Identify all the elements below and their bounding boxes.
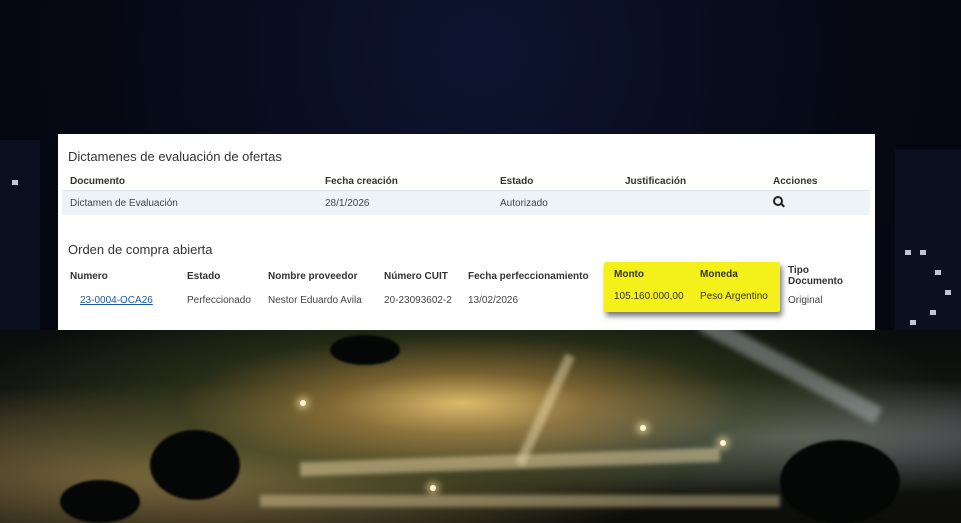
window-light xyxy=(905,250,911,255)
column-header: Estado xyxy=(500,175,534,187)
dictamenes-table: Documento Fecha creación Estado Justific… xyxy=(62,172,870,215)
column-header: Estado xyxy=(187,270,221,282)
cell-cuit: 20-23093602-2 xyxy=(384,294,452,306)
cell-fecha: 13/02/2026 xyxy=(468,294,519,306)
column-header: Fecha creación xyxy=(325,175,398,187)
cell-estado: Perfeccionado xyxy=(187,294,251,306)
cell-fecha: 28/1/2026 xyxy=(325,197,370,209)
window-light xyxy=(910,320,916,325)
street-lamp xyxy=(720,440,726,446)
moneda-header: Moneda xyxy=(700,269,738,280)
street-lamp xyxy=(640,425,646,431)
table-header-row: Documento Fecha creación Estado Justific… xyxy=(62,172,870,191)
street-lamp xyxy=(430,485,436,491)
column-header: Justificación xyxy=(625,175,687,187)
monto-value: 105.160.000,00 xyxy=(614,291,684,302)
moneda-value: Peso Argentino xyxy=(700,291,768,302)
window-light xyxy=(920,250,926,255)
column-header: Tipo Documento xyxy=(788,265,843,287)
column-header: Número CUIT xyxy=(384,270,448,282)
cell-documento: Dictamen de Evaluación xyxy=(70,197,178,209)
dictamenes-title: Dictamenes de evaluación de ofertas xyxy=(68,149,282,164)
cell-tipo: Original xyxy=(788,294,823,306)
tree xyxy=(330,335,400,365)
plaza-path xyxy=(260,495,780,507)
column-header: Documento xyxy=(70,175,125,187)
tree xyxy=(150,430,240,500)
column-header: Nombre proveedor xyxy=(268,270,358,282)
column-header: Fecha perfeccionamiento xyxy=(468,270,589,282)
cell-justificacion xyxy=(617,191,765,216)
cell-acciones xyxy=(765,191,870,216)
amount-highlight-box: Monto Moneda 105.160.000,00 Peso Argenti… xyxy=(604,262,780,312)
cell-proveedor: Nestor Eduardo Avila xyxy=(268,294,362,306)
tree xyxy=(60,480,140,523)
left-building xyxy=(0,140,40,360)
monto-header: Monto xyxy=(614,269,644,280)
window-light xyxy=(930,310,936,315)
window-light xyxy=(945,290,951,295)
table-row: Dictamen de Evaluación 28/1/2026 Autoriz… xyxy=(62,190,870,216)
column-header: Numero xyxy=(70,270,108,282)
search-icon[interactable] xyxy=(773,195,785,208)
window-light xyxy=(935,270,941,275)
tree xyxy=(780,440,900,523)
orden-title: Orden de compra abierta xyxy=(68,242,213,257)
cell-estado: Autorizado xyxy=(500,197,548,209)
cell-numero: 23-0004-OCA26 xyxy=(62,287,179,313)
window-light xyxy=(12,180,18,185)
column-header: Acciones xyxy=(773,175,818,187)
street-lamp xyxy=(300,400,306,406)
order-number-link[interactable]: 23-0004-OCA26 xyxy=(70,295,153,306)
